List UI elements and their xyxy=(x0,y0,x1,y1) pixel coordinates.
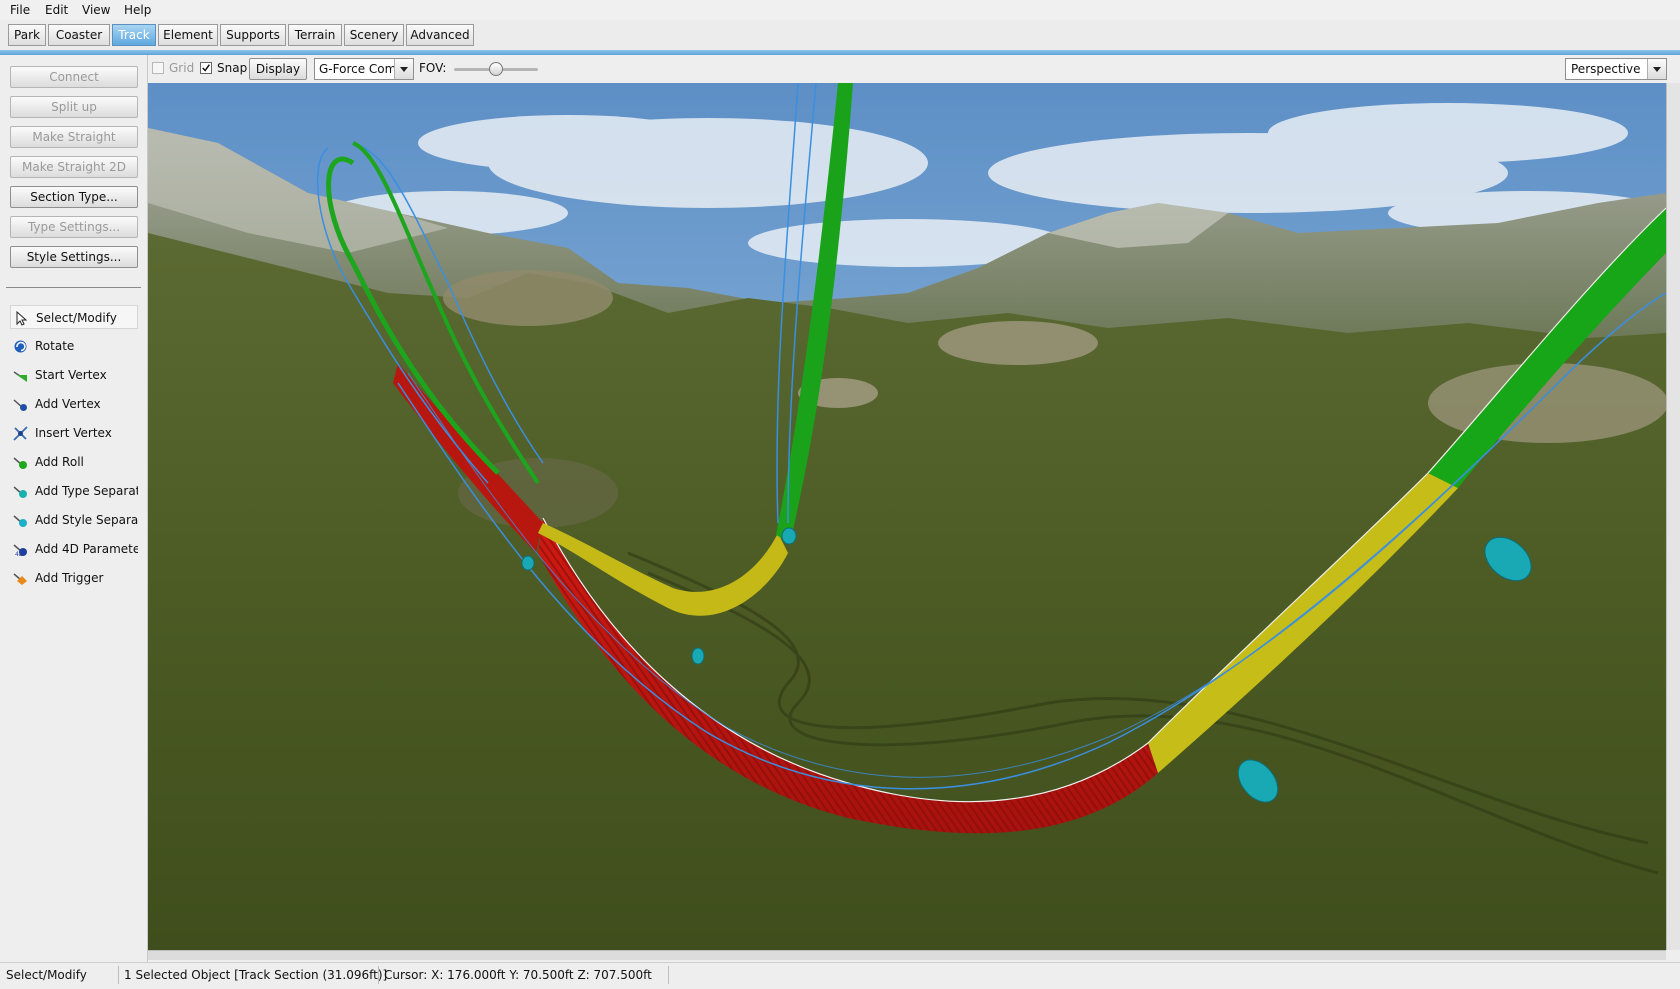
tool-label: Add Trigger xyxy=(35,571,104,585)
scene-render xyxy=(148,83,1666,950)
connect-button[interactable]: Connect xyxy=(10,66,138,88)
panel-divider xyxy=(6,287,141,288)
snap-label: Snap xyxy=(217,61,248,75)
tool-add-type-separator[interactable]: Add Type Separator xyxy=(10,479,138,503)
tool-add-roll[interactable]: Add Roll xyxy=(10,450,138,474)
status-bar: Select/Modify 1 Selected Object [Track S… xyxy=(0,962,1680,989)
tool-label: Rotate xyxy=(35,339,75,353)
tool-add-vertex[interactable]: Add Vertex xyxy=(10,392,138,416)
make-straight-button[interactable]: Make Straight xyxy=(10,126,138,148)
tab-coaster[interactable]: Coaster xyxy=(48,24,110,46)
tool-add-4d-parameter[interactable]: 4D Add 4D Parameter xyxy=(10,537,138,561)
add-vertex-icon xyxy=(13,399,27,411)
gforce-select[interactable]: G-Force Com xyxy=(314,58,414,80)
tool-rotate[interactable]: Rotate xyxy=(10,334,138,358)
display-button[interactable]: Display xyxy=(249,58,307,80)
viewport-vertical-scrollbar[interactable] xyxy=(1666,83,1680,950)
status-cursor: Cursor: X: 176.000ft Y: 70.500ft Z: 707.… xyxy=(384,968,652,982)
tool-label: Add Vertex xyxy=(35,397,101,411)
grid-label: Grid xyxy=(169,61,195,75)
terrain xyxy=(148,233,1666,950)
tab-supports[interactable]: Supports xyxy=(220,24,286,46)
tool-label: Add Type Separator xyxy=(35,484,138,498)
status-selection: 1 Selected Object [Track Section (31.096… xyxy=(124,968,388,982)
tab-bar: Park Coaster Track Element Supports Terr… xyxy=(0,20,1680,50)
tab-track[interactable]: Track xyxy=(112,24,156,46)
fov-label: FOV: xyxy=(419,61,447,75)
section-type-button[interactable]: Section Type... xyxy=(10,186,138,208)
4d-parameter-icon: 4D xyxy=(13,544,27,557)
status-tool: Select/Modify xyxy=(6,968,87,982)
start-vertex-icon xyxy=(13,371,27,382)
insert-vertex-icon xyxy=(13,426,28,441)
viewport-toolbar: Grid Snap Display G-Force Com FOV: Persp… xyxy=(148,55,1680,83)
add-roll-icon xyxy=(13,457,27,469)
tool-select-modify[interactable]: Select/Modify xyxy=(10,305,138,329)
chevron-down-icon xyxy=(400,67,408,72)
viewport-horizontal-scrollbar[interactable] xyxy=(148,950,1666,960)
chevron-down-icon xyxy=(1653,67,1661,72)
view-mode-select[interactable]: Perspective xyxy=(1565,58,1667,80)
style-separator-icon xyxy=(13,515,27,527)
rotate-icon xyxy=(14,340,27,353)
type-settings-button[interactable]: Type Settings... xyxy=(10,216,138,238)
left-tool-panel: Connect Split up Make Straight Make Stra… xyxy=(0,55,148,965)
menu-edit[interactable]: Edit xyxy=(45,3,68,17)
svg-text:4D: 4D xyxy=(15,551,24,557)
tool-insert-vertex[interactable]: Insert Vertex xyxy=(10,421,138,445)
tool-label: Select/Modify xyxy=(36,311,117,325)
tool-label: Insert Vertex xyxy=(35,426,112,440)
checkmark-icon xyxy=(202,64,210,72)
menu-help[interactable]: Help xyxy=(124,3,151,17)
tab-element[interactable]: Element xyxy=(158,24,218,46)
make-straight-2d-button[interactable]: Make Straight 2D xyxy=(10,156,138,178)
menu-view[interactable]: View xyxy=(82,3,110,17)
tool-label: Add Roll xyxy=(35,455,84,469)
tab-advanced[interactable]: Advanced xyxy=(406,24,474,46)
tab-scenery[interactable]: Scenery xyxy=(344,24,404,46)
tool-add-style-separator[interactable]: Add Style Separator xyxy=(10,508,138,532)
style-settings-button[interactable]: Style Settings... xyxy=(10,246,138,268)
3d-viewport[interactable] xyxy=(148,83,1666,950)
cursor-arrow-icon xyxy=(16,311,28,326)
tab-park[interactable]: Park xyxy=(8,24,46,46)
fov-slider-thumb[interactable] xyxy=(489,62,503,76)
grid-checkbox[interactable] xyxy=(152,62,164,74)
type-separator-icon xyxy=(13,486,27,498)
tool-label: Add Style Separator xyxy=(35,513,138,527)
tool-start-vertex[interactable]: Start Vertex xyxy=(10,363,138,387)
snap-checkbox[interactable] xyxy=(200,62,212,74)
split-up-button[interactable]: Split up xyxy=(10,96,138,118)
tab-terrain[interactable]: Terrain xyxy=(288,24,342,46)
menu-bar: File Edit View Help xyxy=(0,0,1680,20)
tool-label: Add 4D Parameter xyxy=(35,542,138,556)
view-mode-value: Perspective xyxy=(1571,62,1641,76)
menu-file[interactable]: File xyxy=(10,3,30,17)
tool-label: Start Vertex xyxy=(35,368,107,382)
gforce-select-value: G-Force Com xyxy=(319,62,395,76)
tool-add-trigger[interactable]: Add Trigger xyxy=(10,566,138,590)
trigger-icon xyxy=(13,573,27,585)
